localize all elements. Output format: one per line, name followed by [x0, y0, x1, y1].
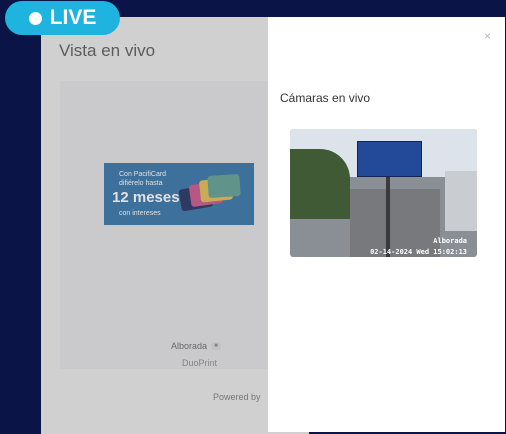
panel-title: Cámaras en vivo [280, 91, 371, 105]
billboard [357, 141, 422, 177]
live-dot-icon [28, 11, 42, 25]
live-badge: LIVE [5, 1, 120, 35]
camera-timestamp: 02-14-2024 Wed 15:02:13 [370, 248, 467, 256]
cameras-panel: × Cámaras en vivo Alborada 02-14-2024 We… [268, 17, 505, 432]
camera-thumbnail[interactable]: Alborada 02-14-2024 Wed 15:02:13 [290, 129, 477, 257]
camera-location-label: Alborada [433, 237, 467, 245]
live-label: LIVE [49, 6, 97, 29]
close-icon[interactable]: × [484, 29, 491, 43]
